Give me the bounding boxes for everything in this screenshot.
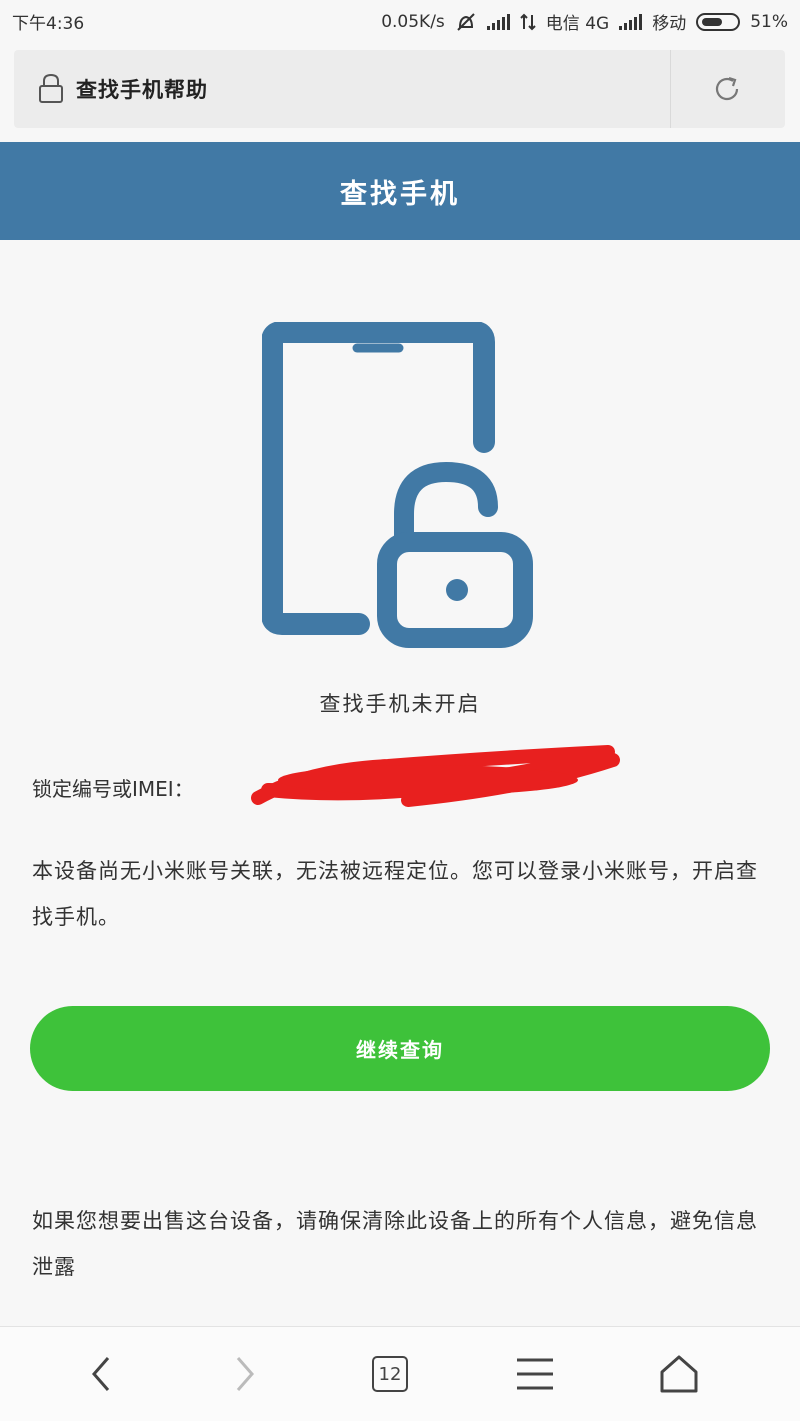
back-icon [92, 1357, 110, 1391]
lock-icon [39, 73, 63, 103]
carrier-1: 电信 4G [545, 14, 610, 34]
address-bar[interactable]: 查找手机帮助 [14, 50, 785, 128]
home-button[interactable] [654, 1349, 704, 1399]
imei-label: 锁定编号或IMEI： [32, 777, 194, 801]
header-banner: 查找手机 [0, 142, 800, 240]
tabs-count: 12 [378, 1363, 402, 1385]
status-bar: 下午4:36 0.05K/s 电信 4G 移动 51% [0, 0, 800, 40]
data-transfer-icon [520, 13, 536, 30]
tabs-icon: 12 [372, 1356, 408, 1392]
page-title[interactable]: 查找手机帮助 [76, 74, 208, 104]
phone-unlocked-icon [262, 322, 533, 648]
signal-icon [486, 13, 510, 30]
back-button[interactable] [76, 1349, 126, 1399]
status-right-group: 0.05K/s 电信 4G 移动 51% [381, 9, 788, 35]
address-divider [670, 50, 671, 128]
sale-note-text: 如果您想要出售这台设备，请确保清除此设备上的所有个人信息，避免信息泄露 [32, 1209, 758, 1279]
status-time: 下午4:36 [12, 14, 85, 34]
signal-icon-2 [619, 13, 643, 30]
header-title: 查找手机 [340, 179, 460, 210]
continue-query-button[interactable]: 继续查询 [30, 1006, 770, 1091]
battery-percent: 51% [750, 11, 788, 32]
find-phone-status: 查找手机未开启 [319, 692, 481, 716]
tabs-button[interactable]: 12 [365, 1349, 415, 1399]
carrier-2: 移动 [652, 14, 687, 34]
bottom-nav-bar: 12 [0, 1326, 800, 1421]
refresh-icon[interactable] [712, 74, 742, 104]
redaction-scribble [251, 745, 620, 807]
forward-icon [236, 1357, 254, 1391]
forward-button[interactable] [220, 1349, 270, 1399]
menu-button[interactable] [510, 1349, 560, 1399]
battery-icon [696, 12, 741, 31]
net-speed: 0.05K/s [381, 11, 445, 32]
menu-icon [517, 1358, 553, 1390]
home-icon [660, 1355, 698, 1393]
mute-bell-icon [457, 12, 475, 31]
description-text: 本设备尚无小米账号关联，无法被远程定位。您可以登录小米账号，开启查找手机。 [32, 859, 758, 929]
